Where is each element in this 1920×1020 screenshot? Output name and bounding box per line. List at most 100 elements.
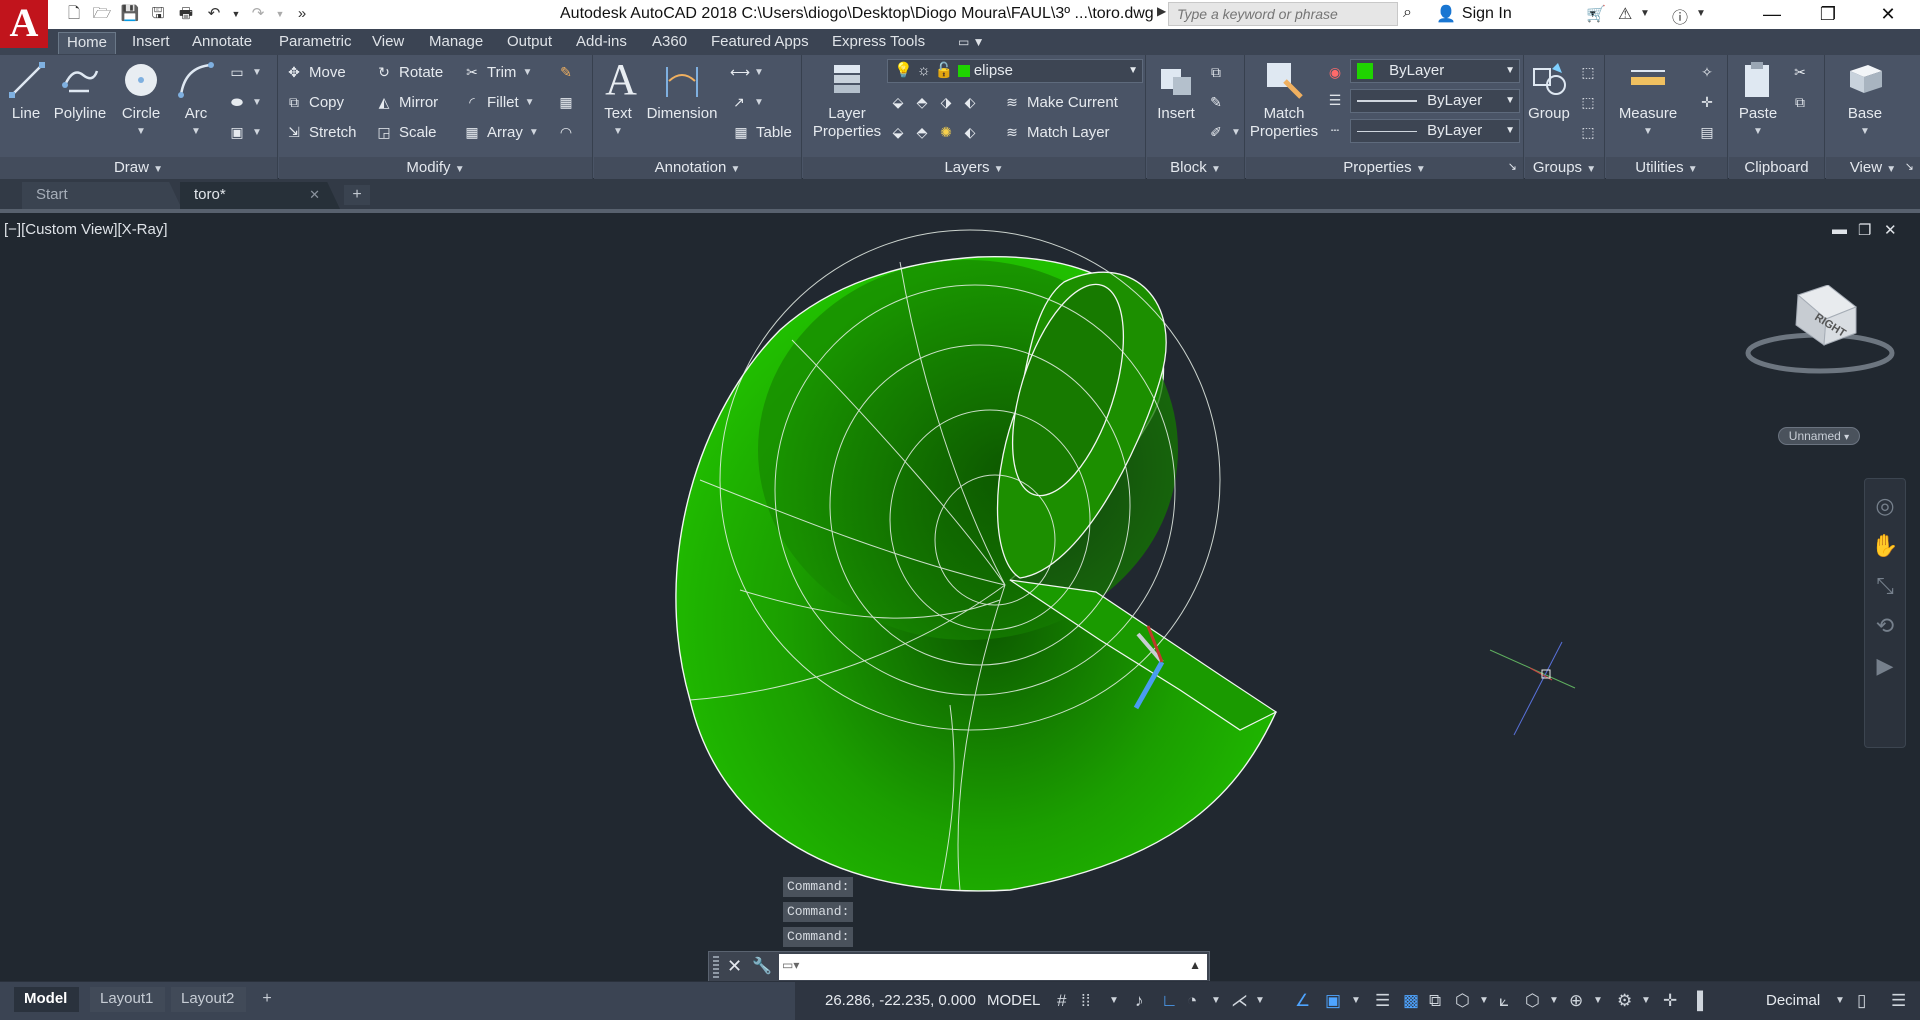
command-input[interactable]	[813, 954, 1173, 980]
lineweight-dropdown[interactable]: ByLayer ▼	[1350, 89, 1520, 113]
explode-button[interactable]: ▦	[557, 89, 575, 115]
search-box[interactable]	[1168, 2, 1398, 26]
pan-hand-icon[interactable]: ✋	[1865, 533, 1905, 559]
group-edit-button[interactable]: ⬚	[1579, 89, 1597, 115]
close-button[interactable]: ✕	[1860, 0, 1916, 29]
viewport-controls-label[interactable]: [−][Custom View][X-Ray]	[4, 221, 168, 238]
command-close-icon[interactable]: ✕	[727, 956, 742, 977]
sign-in-button[interactable]: 👤 Sign In ▼	[1436, 4, 1598, 24]
tab-view[interactable]: View	[364, 32, 412, 54]
line-button[interactable]: Line	[6, 59, 46, 123]
utilities-panel-title[interactable]: Utilities ▼	[1606, 157, 1727, 179]
calculator-button[interactable]: ▤	[1698, 119, 1716, 145]
ungroup-button[interactable]: ⬚	[1579, 59, 1597, 85]
save-as-icon[interactable]: 🖫	[146, 3, 170, 25]
stretch-button[interactable]: ⇲ Stretch	[285, 119, 356, 145]
layer-unlock-icon[interactable]: ⬖	[961, 123, 979, 141]
command-line-grip[interactable]	[713, 956, 719, 978]
infer-constraints-icon[interactable]: ♪	[1135, 991, 1144, 1011]
close-tab-icon[interactable]: ✕	[309, 182, 320, 208]
drawing-viewport[interactable]: [−][Custom View][X-Ray] ▬ ❐ ✕ RIGHT Unna…	[0, 213, 1920, 981]
block-panel-title[interactable]: Block ▼	[1147, 157, 1244, 179]
isodraft-icon[interactable]: ⋌	[1231, 991, 1248, 1011]
steering-wheel-icon[interactable]: ◎	[1865, 493, 1905, 519]
table-button[interactable]: ▦ Table	[732, 119, 791, 145]
color-dropdown[interactable]: ByLayer ▼	[1350, 59, 1520, 83]
copy-button[interactable]: ⧉ Copy	[285, 89, 344, 115]
object-snap-dropdown-icon[interactable]: ▼	[1351, 995, 1361, 1006]
isodraft-dropdown-icon[interactable]: ▼	[1255, 995, 1265, 1006]
insert-button[interactable]: Insert	[1151, 59, 1201, 123]
named-views-dropdown[interactable]: Unnamed ▾	[1778, 427, 1860, 445]
workspace-gear-icon[interactable]: ⚙	[1617, 991, 1632, 1011]
edit-block-button[interactable]: ✎	[1207, 89, 1225, 115]
arc-button[interactable]: Arc ▼	[174, 59, 218, 141]
view-launcher-icon[interactable]: ↘	[1905, 157, 1914, 178]
text-button[interactable]: A Text ▼	[600, 58, 637, 141]
tab-featured-apps[interactable]: Featured Apps	[703, 32, 817, 54]
copy-clip-button[interactable]: ⧉	[1791, 89, 1809, 115]
layer-properties-button[interactable]: Layer Properties	[807, 59, 887, 141]
array-button[interactable]: ▦ Array ▼	[463, 119, 538, 145]
tab-annotate[interactable]: Annotate	[184, 32, 260, 54]
modify-panel-title[interactable]: Modify ▼	[279, 157, 592, 179]
layer-off-icon[interactable]: ⬙	[889, 93, 907, 111]
tab-express-tools[interactable]: Express Tools	[824, 32, 933, 54]
a360-icon[interactable]: ⚠	[1618, 4, 1632, 24]
linear-dim-button[interactable]: ⟷ ▼	[730, 59, 764, 85]
units-label[interactable]: Decimal	[1766, 992, 1820, 1009]
transparency-icon[interactable]: ▩	[1403, 991, 1419, 1011]
viewport-restore-icon[interactable]: ❐	[1858, 221, 1871, 239]
viewcube[interactable]: RIGHT	[1740, 285, 1900, 385]
leader-button[interactable]: ↗ ▼	[730, 89, 764, 115]
layout-tab-layout1[interactable]: Layout1	[90, 987, 166, 1012]
workspace-dropdown-icon[interactable]: ▼	[1641, 995, 1651, 1006]
layer-on-icon[interactable]: ⬙	[889, 123, 907, 141]
quick-properties-icon[interactable]: ▯	[1857, 991, 1866, 1011]
match-properties-button[interactable]: Match Properties	[1248, 59, 1320, 141]
3d-osnap-icon[interactable]: ⬡	[1455, 991, 1470, 1011]
scale-button[interactable]: ◲ Scale	[375, 119, 436, 145]
units-dropdown-icon[interactable]: ▼	[1835, 995, 1845, 1006]
paste-button[interactable]: Paste ▼	[1733, 59, 1783, 141]
region-button[interactable]: ▣ ▼	[228, 119, 262, 145]
make-current-button[interactable]: ≋ Make Current	[1003, 89, 1118, 115]
undo-dropdown-icon[interactable]: ▼	[230, 3, 242, 25]
tab-start[interactable]: Start	[22, 182, 182, 209]
cursor-coordinates[interactable]: 26.286, -22.235, 0.000	[825, 992, 976, 1009]
undo-icon[interactable]: ↶	[202, 3, 226, 25]
properties-panel-title[interactable]: Properties ▼ ↘	[1246, 157, 1523, 179]
polyline-button[interactable]: Polyline	[50, 59, 110, 123]
group-select-button[interactable]: ⬚	[1579, 119, 1597, 145]
annotation-panel-title[interactable]: Annotation ▼	[594, 157, 801, 179]
ribbon-options-button[interactable]: ▭ ▼	[950, 32, 993, 54]
layout-tab-model[interactable]: Model	[14, 987, 80, 1012]
tab-a360[interactable]: A360	[644, 32, 695, 54]
command-history-arrow-icon[interactable]: ▲	[1189, 958, 1201, 972]
cut-button[interactable]: ✂	[1791, 59, 1809, 85]
selection-filter-icon[interactable]: ⬡	[1525, 991, 1540, 1011]
redo-icon[interactable]: ↷	[246, 3, 270, 25]
dimension-button[interactable]: Dimension	[642, 59, 722, 123]
polar-tracking-icon[interactable]: ◔	[1187, 991, 1197, 1011]
measure-button[interactable]: Measure ▼	[1610, 59, 1686, 141]
snap-dropdown-icon[interactable]: ▼	[1109, 995, 1119, 1006]
viewport-close-icon[interactable]: ✕	[1884, 221, 1897, 239]
viewport-minimize-icon[interactable]: ▬	[1832, 221, 1847, 238]
create-block-button[interactable]: ⧉	[1207, 59, 1225, 85]
new-tab-button[interactable]: +	[344, 185, 370, 205]
gizmo-icon[interactable]: ⊕	[1569, 991, 1583, 1011]
layer-dropdown[interactable]: 💡 ☼ 🔓 elipse ▼	[887, 59, 1143, 83]
cart-icon[interactable]: 🛒	[1586, 4, 1606, 24]
save-icon[interactable]: 💾	[118, 3, 142, 25]
circle-button[interactable]: Circle ▼	[118, 59, 164, 141]
view-panel-title[interactable]: View ▼ ↘	[1826, 157, 1920, 179]
match-layer-button[interactable]: ≋ Match Layer	[1003, 119, 1109, 145]
offset-button[interactable]: ◠	[557, 119, 575, 145]
layer-freeze-icon[interactable]: ⬗	[937, 93, 955, 111]
open-file-icon[interactable]: 🗁	[90, 3, 114, 25]
layers-panel-title[interactable]: Layers ▼	[803, 157, 1145, 179]
rectangle-button[interactable]: ▭ ▼	[228, 59, 262, 85]
polar-dropdown-icon[interactable]: ▼	[1211, 995, 1221, 1006]
base-button[interactable]: Base ▼	[1840, 59, 1890, 141]
